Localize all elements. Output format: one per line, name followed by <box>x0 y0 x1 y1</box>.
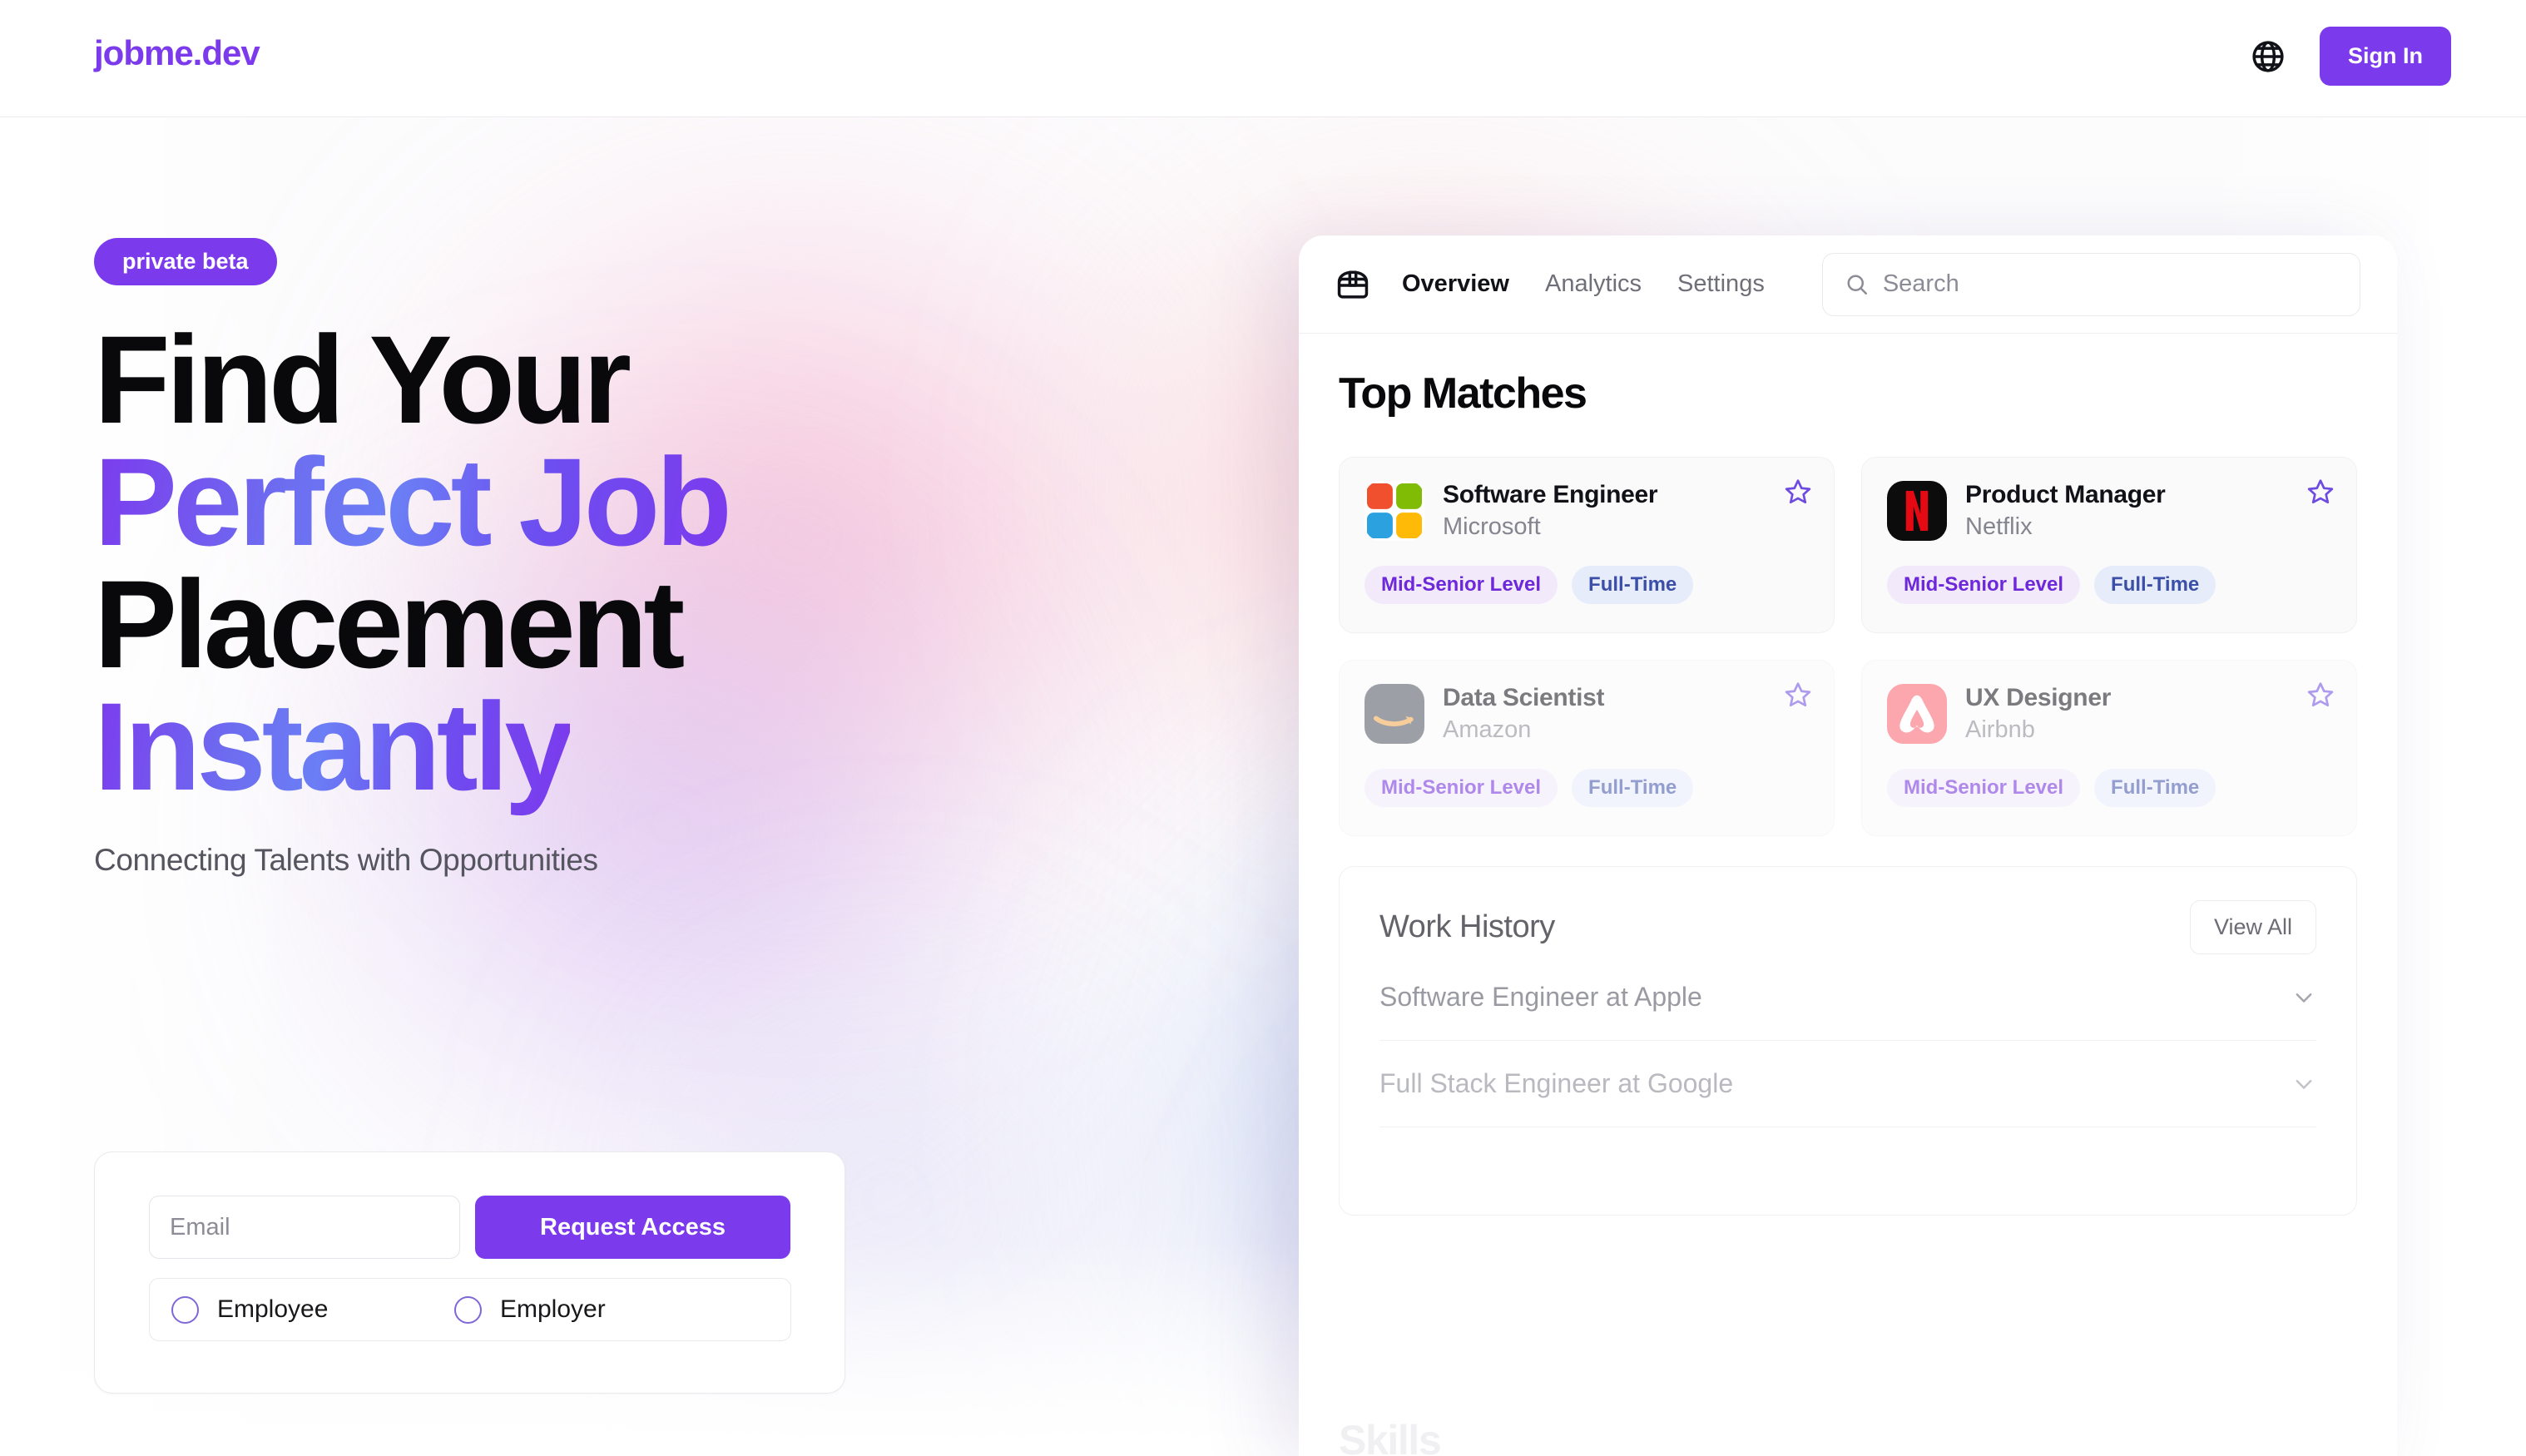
job-company: Microsoft <box>1443 513 1541 540</box>
work-history-label: Software Engineer at Apple <box>1379 982 1702 1012</box>
job-card-product-manager[interactable]: Product Manager Netflix Mid-Senior Level… <box>1861 457 2357 633</box>
job-card-header: Product Manager Netflix <box>1887 481 2331 541</box>
headline-line-2: Perfect Job <box>94 432 732 572</box>
work-history-label: Full Stack Engineer at Google <box>1379 1068 1734 1098</box>
tab-overview[interactable]: Overview <box>1402 270 1509 298</box>
brand-logo[interactable]: jobme.dev <box>94 33 260 73</box>
briefcase-icon <box>1337 270 1369 299</box>
search-placeholder: Search <box>1882 270 1959 297</box>
tag-level: Mid-Senior Level <box>1887 769 2081 807</box>
headline-line-1: Find Your <box>94 310 632 449</box>
headline-line-4: Instantly <box>94 676 574 816</box>
job-card-software-engineer[interactable]: Software Engineer Microsoft Mid-Senior L… <box>1339 457 1835 633</box>
role-label-employee: Employee <box>217 1295 329 1323</box>
work-history-item-google[interactable]: Full Stack Engineer at Google <box>1379 1041 2316 1127</box>
tag-type: Full-Time <box>2094 566 2216 604</box>
tag-type: Full-Time <box>1572 769 1694 807</box>
app-preview-panel: Overview Analytics Settings Search Top M… <box>1299 235 2397 1456</box>
job-card-text: Product Manager Netflix <box>1965 481 2166 541</box>
signup-card: Request Access Employee Employer <box>94 1151 845 1394</box>
search-icon <box>1847 275 1867 295</box>
amazon-logo <box>1365 684 1424 744</box>
job-card-text: Software Engineer Microsoft <box>1443 481 1658 541</box>
search-input[interactable]: Search <box>1821 252 2360 316</box>
signup-row: Request Access <box>149 1196 790 1259</box>
panel-navbar: Overview Analytics Settings Search <box>1299 235 2397 334</box>
job-tags: Mid-Senior Level Full-Time <box>1365 769 1809 807</box>
job-title: UX Designer <box>1965 684 2112 711</box>
tag-level: Mid-Senior Level <box>1887 566 2081 604</box>
tag-type: Full-Time <box>2094 769 2216 807</box>
view-all-button[interactable]: View All <box>2189 900 2316 954</box>
skills-section-title: Skills <box>1339 1417 1442 1456</box>
job-card-ux-designer[interactable]: UX Designer Airbnb Mid-Senior Level Full… <box>1861 660 2357 836</box>
tag-level: Mid-Senior Level <box>1365 769 1558 807</box>
role-option-employee[interactable]: Employee <box>171 1295 454 1324</box>
work-history-card: Work History View All Software Engineer … <box>1339 866 2357 1216</box>
radio-employee[interactable] <box>171 1295 199 1324</box>
radio-employer[interactable] <box>454 1295 482 1324</box>
hero-subtitle: Connecting Talents with Opportunities <box>94 843 598 877</box>
private-beta-badge: private beta <box>94 238 277 285</box>
job-card-data-scientist[interactable]: Data Scientist Amazon Mid-Senior Level F… <box>1339 660 1835 836</box>
job-card-header: Data Scientist Amazon <box>1365 684 1809 744</box>
job-tags: Mid-Senior Level Full-Time <box>1365 566 1809 604</box>
job-company: Airbnb <box>1965 716 2035 743</box>
job-company: Netflix <box>1965 513 2033 540</box>
job-title: Software Engineer <box>1443 481 1658 508</box>
panel-body: Top Matches Software Engineer Microsoft … <box>1299 334 2397 1456</box>
star-icon[interactable] <box>1784 681 1812 709</box>
work-history-item-apple[interactable]: Software Engineer at Apple <box>1379 954 2316 1041</box>
work-history-title: Work History <box>1379 909 1555 944</box>
globe-icon[interactable] <box>2250 38 2286 75</box>
site-header: jobme.dev Sign In <box>0 0 2526 117</box>
role-option-employer[interactable]: Employer <box>454 1295 606 1324</box>
tag-type: Full-Time <box>1572 566 1694 604</box>
job-title: Data Scientist <box>1443 684 1605 711</box>
hero-section: private beta Find Your Perfect Job Place… <box>94 117 1092 878</box>
top-matches-title: Top Matches <box>1339 369 1587 418</box>
star-icon[interactable] <box>2306 478 2335 506</box>
tag-level: Mid-Senior Level <box>1365 566 1558 604</box>
tab-analytics[interactable]: Analytics <box>1545 270 1642 298</box>
job-company: Amazon <box>1443 716 1532 743</box>
job-card-header: Software Engineer Microsoft <box>1365 481 1809 541</box>
star-icon[interactable] <box>1784 478 1812 506</box>
sign-in-button[interactable]: Sign In <box>2320 27 2451 86</box>
job-tags: Mid-Senior Level Full-Time <box>1887 566 2331 604</box>
page-title: Find Your Perfect Job Placement Instantl… <box>94 317 1092 809</box>
chevron-down-icon <box>2296 1079 2312 1089</box>
request-access-button[interactable]: Request Access <box>475 1196 790 1259</box>
airbnb-logo <box>1887 684 1947 744</box>
star-icon[interactable] <box>2306 681 2335 709</box>
job-tags: Mid-Senior Level Full-Time <box>1887 769 2331 807</box>
work-history-header: Work History View All <box>1379 900 2316 954</box>
headline-line-3: Placement <box>94 554 685 694</box>
role-selector: Employee Employer <box>149 1278 791 1341</box>
header-actions: Sign In <box>2250 27 2451 86</box>
chevron-down-icon <box>2296 993 2312 1003</box>
microsoft-logo <box>1365 481 1424 541</box>
job-card-header: UX Designer Airbnb <box>1887 684 2331 744</box>
tab-settings[interactable]: Settings <box>1677 270 1765 298</box>
job-title: Product Manager <box>1965 481 2166 508</box>
job-card-text: Data Scientist Amazon <box>1443 684 1605 744</box>
top-matches-grid: Software Engineer Microsoft Mid-Senior L… <box>1339 457 2357 836</box>
job-card-text: UX Designer Airbnb <box>1965 684 2111 744</box>
role-label-employer: Employer <box>500 1295 606 1323</box>
email-field[interactable] <box>149 1196 460 1259</box>
netflix-logo <box>1887 481 1947 541</box>
